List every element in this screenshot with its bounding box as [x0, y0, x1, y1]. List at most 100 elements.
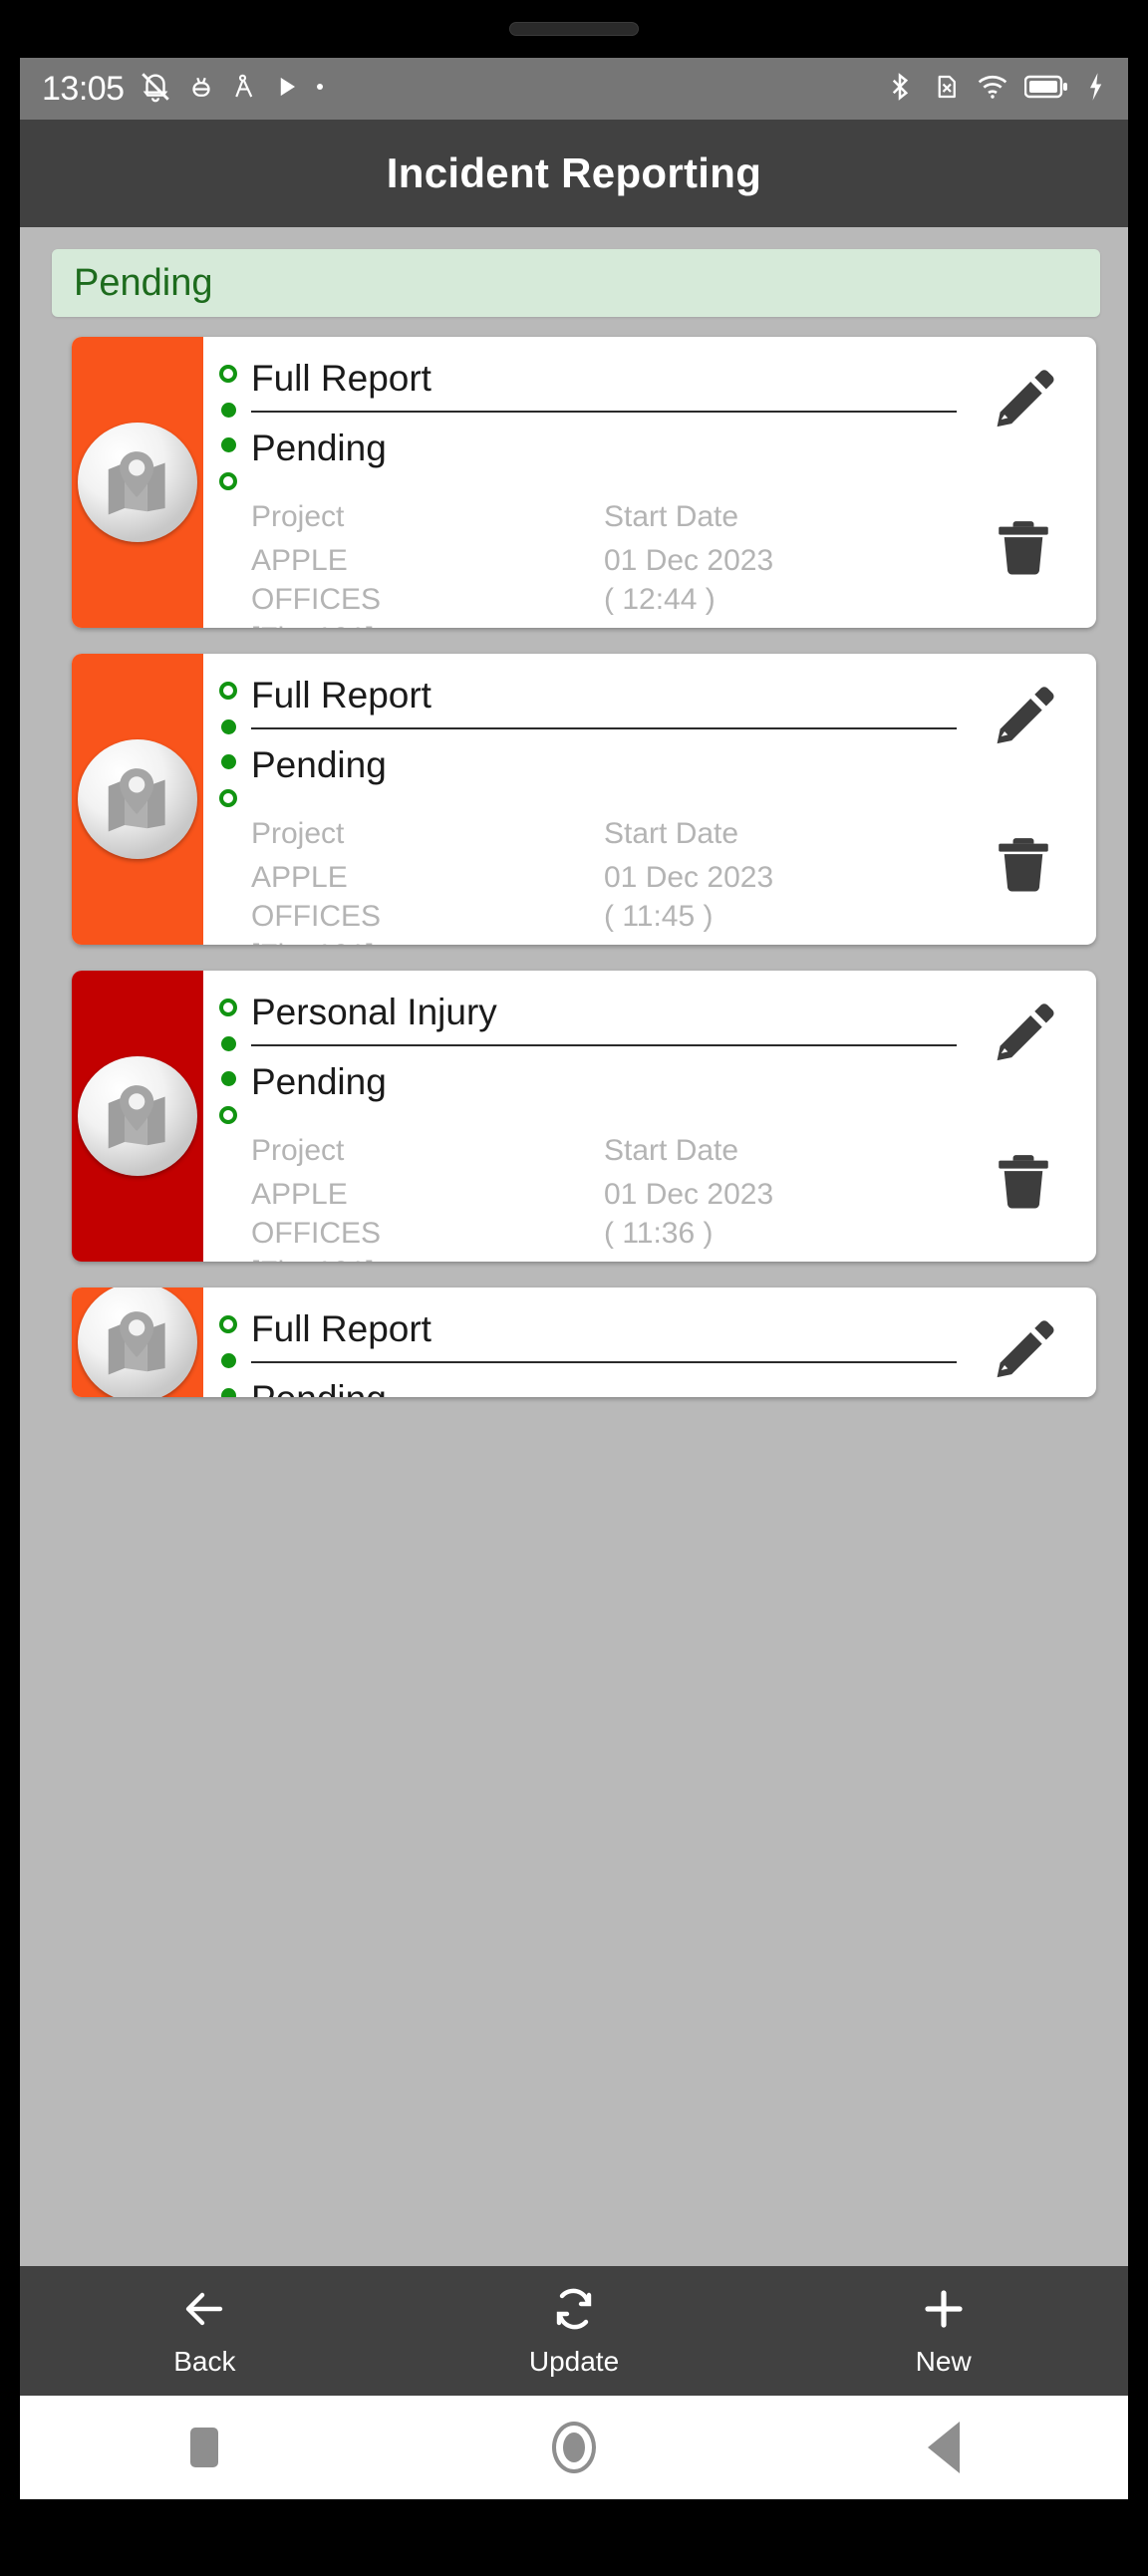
- incident-details: Full Report Pending: [203, 1288, 1096, 1397]
- timeline-ring-icon: [219, 472, 237, 490]
- incident-details: Full Report Pending Project APPLE OFFICE…: [203, 337, 1096, 628]
- edit-incident-button[interactable]: [991, 1315, 1056, 1381]
- project-label: Project: [251, 817, 345, 850]
- timeline-dot-icon: [220, 1036, 236, 1051]
- timeline-ring-icon: [219, 1106, 237, 1124]
- start-date-value: 01 Dec 2023 ( 12:44 ): [604, 544, 774, 616]
- timeline-dot-icon: [220, 1353, 236, 1368]
- bottom-action-bar: Back Update New: [20, 2266, 1128, 2396]
- content-scroll-area[interactable]: Pending Full Report Pending Project APPL…: [20, 227, 1128, 2266]
- start-date-column: Start Date 01 Dec 2023 ( 12:44 ): [604, 496, 957, 628]
- delete-incident-button[interactable]: [991, 514, 1056, 580]
- earpiece-speaker: [509, 22, 639, 36]
- start-date-value: 01 Dec 2023 ( 11:45 ): [604, 861, 774, 933]
- phone-device: 13:05 Incident Reporting Pending Full Re…: [0, 0, 1148, 2576]
- timeline-ring-icon: [219, 365, 237, 383]
- dot-icon: [314, 80, 326, 98]
- timeline-ring-icon: [219, 999, 237, 1016]
- project-column: Project APPLE OFFICES [Flex101]: [251, 496, 604, 628]
- delete-incident-button[interactable]: [991, 1148, 1056, 1214]
- incident-card[interactable]: Full Report Pending Project APPLE OFFICE…: [72, 337, 1096, 628]
- incident-details: Full Report Pending Project APPLE OFFICE…: [203, 654, 1096, 945]
- incident-status: Pending: [251, 744, 387, 785]
- avatar: [78, 1056, 197, 1176]
- timeline-dot-icon: [220, 1388, 236, 1397]
- play-icon: [274, 74, 300, 105]
- card-action-buttons: [969, 365, 1078, 594]
- severity-panel: [72, 337, 203, 628]
- status-bar-left: 13:05: [42, 70, 885, 109]
- incident-type: Full Report: [251, 355, 957, 413]
- update-button[interactable]: Update: [390, 2285, 759, 2378]
- start-date-column: Start Date 01 Dec 2023 ( 11:36 ): [604, 1130, 957, 1262]
- timeline-ring-icon: [219, 682, 237, 700]
- incident-status: Pending: [251, 1375, 957, 1397]
- incident-type: Full Report: [251, 1305, 957, 1363]
- update-button-label: Update: [528, 2345, 620, 2377]
- start-date-label: Start Date: [604, 1134, 739, 1167]
- incident-card[interactable]: Personal Injury Pending Project APPLE OF…: [72, 971, 1096, 1262]
- timeline-dot-icon: [220, 1071, 236, 1086]
- card-action-buttons: [969, 1315, 1078, 1397]
- map-pin-icon: [108, 768, 165, 832]
- incident-type: Full Report: [251, 672, 957, 729]
- android-debug-icon: [186, 72, 216, 107]
- project-column: Project APPLE OFFICES [Flex101]: [251, 813, 604, 945]
- status-timeline: [217, 365, 239, 490]
- clock: 13:05: [42, 69, 125, 108]
- compass-icon: [230, 72, 260, 107]
- home-button[interactable]: [390, 2422, 759, 2473]
- edit-incident-button[interactable]: [991, 682, 1056, 747]
- avatar: [78, 423, 197, 542]
- card-action-buttons: [969, 682, 1078, 911]
- phone-screen: 13:05 Incident Reporting Pending Full Re…: [20, 58, 1128, 2499]
- charging-bolt-icon: [1084, 72, 1106, 107]
- severity-panel: [72, 971, 203, 1262]
- project-column: Project APPLE OFFICES [Flex101]: [251, 1130, 604, 1262]
- mute-bell-icon: [139, 70, 172, 109]
- incident-status: Pending: [251, 1061, 387, 1102]
- page-title: Incident Reporting: [386, 149, 762, 196]
- recents-button[interactable]: [20, 2428, 390, 2467]
- severity-panel: [72, 654, 203, 945]
- incident-card[interactable]: Full Report Pending: [72, 1288, 1096, 1397]
- refresh-icon: [550, 2285, 598, 2338]
- bluetooth-icon: [885, 72, 915, 107]
- edit-incident-button[interactable]: [991, 365, 1056, 430]
- edit-incident-button[interactable]: [991, 999, 1056, 1064]
- timeline-dot-icon: [220, 754, 236, 769]
- new-button-label: New: [915, 2345, 972, 2377]
- wifi-icon: [977, 71, 1008, 108]
- timeline-ring-icon: [219, 789, 237, 807]
- start-date-label: Start Date: [604, 817, 739, 850]
- map-pin-icon: [108, 1085, 165, 1149]
- timeline-dot-icon: [220, 437, 236, 452]
- incident-card[interactable]: Full Report Pending Project APPLE OFFICE…: [72, 654, 1096, 945]
- new-button[interactable]: New: [758, 2285, 1128, 2378]
- app-bar: Incident Reporting: [20, 120, 1128, 227]
- battery-icon: [1023, 74, 1068, 105]
- system-back-button[interactable]: [758, 2422, 1128, 2473]
- home-icon: [552, 2422, 596, 2473]
- no-sim-icon: [931, 72, 961, 107]
- incident-meta: Project APPLE OFFICES [Flex101] Start Da…: [251, 496, 957, 628]
- status-timeline: [217, 999, 239, 1124]
- map-pin-icon: [108, 1311, 165, 1375]
- delete-incident-button[interactable]: [991, 831, 1056, 897]
- start-date-value: 01 Dec 2023 ( 11:36 ): [604, 1178, 774, 1250]
- status-bar-right: [885, 71, 1106, 108]
- timeline-dot-icon: [220, 403, 236, 418]
- map-pin-icon: [108, 451, 165, 515]
- start-date-label: Start Date: [604, 500, 739, 533]
- status-filter-label: Pending: [74, 261, 213, 304]
- incident-details: Personal Injury Pending Project APPLE OF…: [203, 971, 1096, 1262]
- android-navigation-bar: [20, 2396, 1128, 2499]
- timeline-ring-icon: [219, 1315, 237, 1333]
- timeline-dot-icon: [220, 719, 236, 734]
- status-timeline: [217, 682, 239, 807]
- incident-type: Personal Injury: [251, 989, 957, 1046]
- start-date-column: Start Date 01 Dec 2023 ( 11:45 ): [604, 813, 957, 945]
- back-button[interactable]: Back: [20, 2285, 390, 2378]
- status-filter-banner[interactable]: Pending: [52, 249, 1100, 317]
- back-icon: [927, 2422, 960, 2473]
